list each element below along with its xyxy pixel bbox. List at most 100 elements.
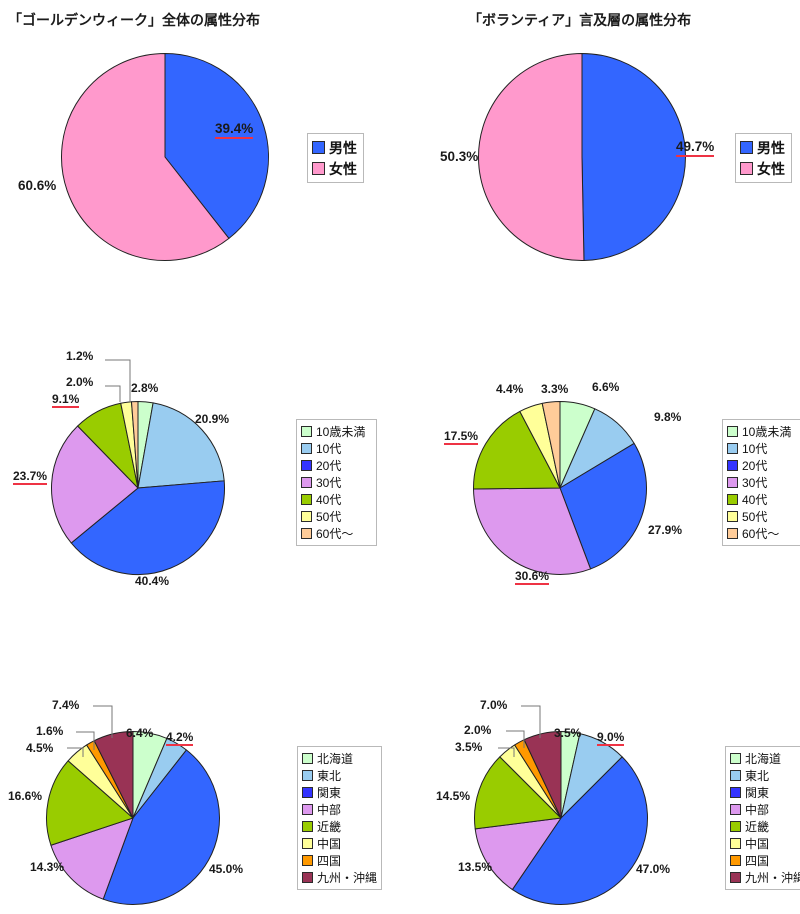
legend-item-male[interactable]: 男性 xyxy=(312,137,358,158)
legend-item-age10[interactable]: 10代 xyxy=(727,440,797,457)
slice-label-gw-age-20: 40.4% xyxy=(135,574,170,588)
legend-item-chubu[interactable]: 中部 xyxy=(302,801,376,818)
legend-item-chugoku[interactable]: 中国 xyxy=(730,835,800,852)
legend-label-shikoku: 四国 xyxy=(317,853,342,868)
slice-label-gw-region-hokkaido: 6.4% xyxy=(126,726,154,740)
legend-swatch-age20 xyxy=(727,460,738,471)
legend-item-age50[interactable]: 50代 xyxy=(727,508,797,525)
legend-item-age60[interactable]: 60代～ xyxy=(301,525,371,542)
slice-label-vol-age-20: 27.9% xyxy=(648,523,683,537)
legend-item-kinki[interactable]: 近畿 xyxy=(302,818,376,835)
legend-item-age20[interactable]: 20代 xyxy=(301,457,371,474)
slice-label-vol-region-hokkaido: 3.5% xyxy=(554,726,582,740)
legend-label-kanto: 関東 xyxy=(745,785,770,800)
legend-item-kanto[interactable]: 関東 xyxy=(730,784,800,801)
legend-swatch-age40 xyxy=(301,494,312,505)
legend-swatch-age20 xyxy=(301,460,312,471)
legend-swatch-age50 xyxy=(301,511,312,522)
slice-label-gw-region-tohoku: 4.2% xyxy=(166,730,194,746)
legend-vol-age: 10歳未満 10代 20代 30代 40代 50代 60代～ xyxy=(722,419,800,546)
legend-item-chugoku[interactable]: 中国 xyxy=(302,835,376,852)
legend-label-female: 女性 xyxy=(757,160,785,177)
legend-label-age20: 20代 xyxy=(316,458,342,473)
legend-item-age40[interactable]: 40代 xyxy=(727,491,797,508)
slice-label-vol-age-30: 30.6% xyxy=(515,569,550,585)
legend-item-hokkaido[interactable]: 北海道 xyxy=(730,750,800,767)
legend-swatch-shikoku xyxy=(730,855,741,866)
legend-label-age40: 40代 xyxy=(316,492,342,507)
slice-label-gw-age-30: 23.7% xyxy=(13,469,48,485)
pie-chart-gw-gender xyxy=(60,52,270,262)
pie-svg-gw-gender xyxy=(61,53,269,261)
legend-item-age30[interactable]: 30代 xyxy=(301,474,371,491)
legend-gw-age: 10歳未満 10代 20代 30代 40代 50代 60代～ xyxy=(296,419,377,546)
legend-label-kinki: 近畿 xyxy=(317,819,342,834)
legend-item-shikoku[interactable]: 四国 xyxy=(302,852,376,869)
slice-label-vol-gender-female: 50.3% xyxy=(440,149,479,164)
legend-item-hokkaido[interactable]: 北海道 xyxy=(302,750,376,767)
legend-gw-gender: 男性 女性 xyxy=(307,133,364,183)
pie-svg-vol-gender xyxy=(478,53,686,261)
legend-swatch-age10 xyxy=(727,443,738,454)
legend-item-kyushu[interactable]: 九州・沖縄 xyxy=(730,869,800,886)
legend-item-female[interactable]: 女性 xyxy=(312,158,358,179)
legend-item-under10[interactable]: 10歳未満 xyxy=(727,423,797,440)
legend-item-kanto[interactable]: 関東 xyxy=(302,784,376,801)
slice-label-vol-region-tohoku: 9.0% xyxy=(597,730,625,746)
slice-label-gw-age-10: 20.9% xyxy=(195,412,230,426)
legend-vol-region: 北海道 東北 関東 中部 近畿 中国 四国 九州・沖縄 xyxy=(725,746,800,890)
page-title-left: 「ゴールデンウィーク」全体の属性分布 xyxy=(8,12,260,28)
slice-label-gw-age-60: 1.2% xyxy=(66,349,94,363)
legend-item-female[interactable]: 女性 xyxy=(740,158,786,179)
legend-item-chubu[interactable]: 中部 xyxy=(730,801,800,818)
legend-swatch-chubu xyxy=(302,804,313,815)
legend-item-age30[interactable]: 30代 xyxy=(727,474,797,491)
legend-item-age10[interactable]: 10代 xyxy=(301,440,371,457)
legend-item-age50[interactable]: 50代 xyxy=(301,508,371,525)
legend-swatch-male xyxy=(740,141,753,154)
legend-item-age20[interactable]: 20代 xyxy=(727,457,797,474)
legend-item-shikoku[interactable]: 四国 xyxy=(730,852,800,869)
pie-chart-vol-gender xyxy=(477,52,687,262)
legend-item-age40[interactable]: 40代 xyxy=(301,491,371,508)
legend-swatch-female xyxy=(740,162,753,175)
legend-item-tohoku[interactable]: 東北 xyxy=(730,767,800,784)
legend-swatch-age30 xyxy=(301,477,312,488)
slice-label-gw-region-chubu: 14.3% xyxy=(30,860,65,874)
slice-label-vol-region-kyushu: 7.0% xyxy=(480,698,508,712)
legend-swatch-age50 xyxy=(727,511,738,522)
legend-swatch-kanto xyxy=(730,787,741,798)
legend-label-female: 女性 xyxy=(329,160,357,177)
legend-item-kyushu[interactable]: 九州・沖縄 xyxy=(302,869,377,886)
legend-swatch-shikoku xyxy=(302,855,313,866)
legend-item-male[interactable]: 男性 xyxy=(740,137,786,158)
slice-label-gw-region-kyushu: 7.4% xyxy=(52,698,80,712)
pie-chart-vol-age xyxy=(472,400,648,576)
legend-swatch-kyushu xyxy=(730,872,741,883)
legend-swatch-chubu xyxy=(730,804,741,815)
legend-item-age60[interactable]: 60代～ xyxy=(727,525,797,542)
legend-swatch-kinki xyxy=(730,821,741,832)
legend-swatch-age10 xyxy=(301,443,312,454)
legend-label-age50: 50代 xyxy=(316,509,342,524)
pie-svg-vol-age xyxy=(473,401,647,575)
slice-label-vol-region-chugoku: 3.5% xyxy=(455,740,483,754)
legend-swatch-under10 xyxy=(301,426,312,437)
legend-item-under10[interactable]: 10歳未満 xyxy=(301,423,371,440)
legend-item-tohoku[interactable]: 東北 xyxy=(302,767,376,784)
legend-label-hokkaido: 北海道 xyxy=(317,751,354,766)
legend-swatch-tohoku xyxy=(730,770,741,781)
legend-swatch-age40 xyxy=(727,494,738,505)
legend-label-male: 男性 xyxy=(329,139,357,156)
legend-swatch-age30 xyxy=(727,477,738,488)
slice-label-gw-age-40: 9.1% xyxy=(52,392,80,408)
pie-chart-gw-age xyxy=(50,400,226,576)
slice-label-vol-age-40: 17.5% xyxy=(444,429,479,445)
legend-swatch-age60 xyxy=(727,528,738,539)
legend-swatch-kyushu xyxy=(302,872,313,883)
legend-swatch-under10 xyxy=(727,426,738,437)
legend-label-age30: 30代 xyxy=(316,475,342,490)
slice-label-vol-gender-male: 49.7% xyxy=(676,140,715,157)
legend-item-kinki[interactable]: 近畿 xyxy=(730,818,800,835)
legend-label-kinki: 近畿 xyxy=(745,819,770,834)
